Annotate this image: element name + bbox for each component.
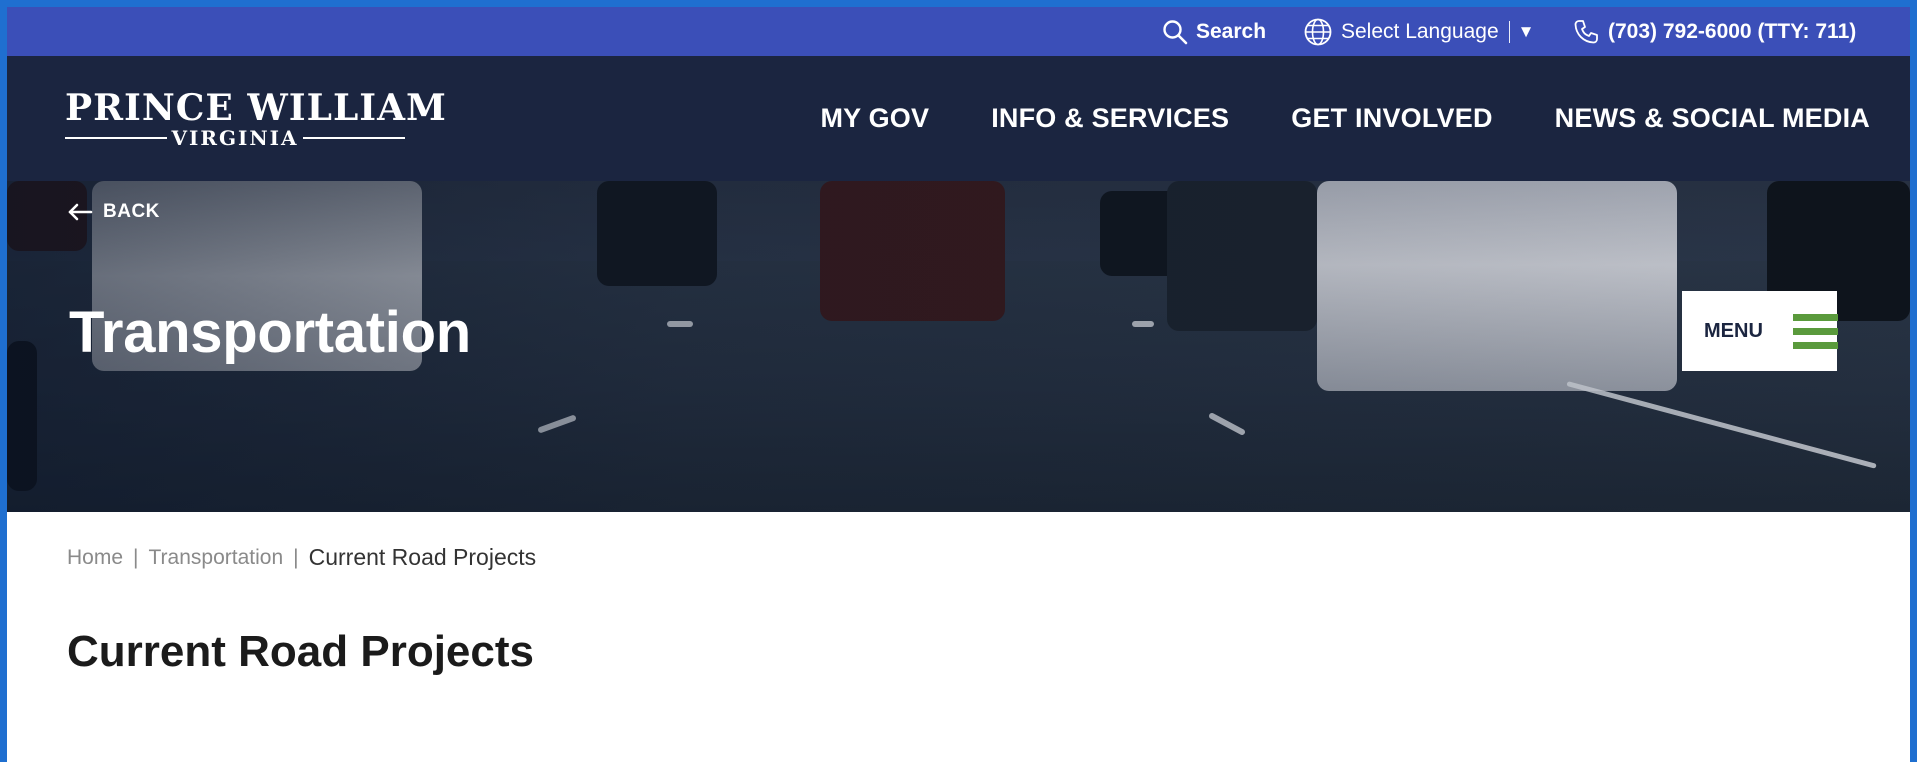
breadcrumb-transportation[interactable]: Transportation <box>149 546 284 570</box>
back-link[interactable]: BACK <box>67 201 160 223</box>
breadcrumb-current: Current Road Projects <box>308 544 537 570</box>
language-selector[interactable]: Select Language ▼ <box>1303 7 1534 56</box>
nav-item-news-social[interactable]: NEWS & SOCIAL MEDIA <box>1555 103 1870 134</box>
menu-label: MENU <box>1704 319 1763 342</box>
nav-item-info-services[interactable]: INFO & SERVICES <box>991 103 1229 134</box>
search-icon <box>1163 19 1188 44</box>
main-header: PRINCE WILLIAM VIRGINIA MY GOV INFO & SE… <box>7 56 1910 181</box>
logo-bottom-text: VIRGINIA <box>171 126 299 150</box>
language-label: Select Language <box>1341 19 1499 43</box>
hamburger-icon <box>1792 313 1838 349</box>
main-nav: MY GOV INFO & SERVICES GET INVOLVED NEWS… <box>758 56 1870 181</box>
hero-banner: BACK Transportation MENU <box>7 181 1910 512</box>
utility-bar: Search Select Language ▼ (703) 792-6000 … <box>7 7 1910 56</box>
breadcrumb-home[interactable]: Home <box>67 546 123 570</box>
phone-number: (703) 792-6000 (TTY: 711) <box>1608 19 1857 43</box>
site-logo[interactable]: PRINCE WILLIAM VIRGINIA <box>65 87 447 150</box>
phone-icon <box>1574 19 1598 43</box>
logo-top-text: PRINCE WILLIAM <box>65 87 447 129</box>
phone-link[interactable]: (703) 792-6000 (TTY: 711) <box>1572 7 1856 56</box>
back-label: BACK <box>103 201 160 222</box>
logo-bottom-row: VIRGINIA <box>65 128 405 148</box>
nav-item-get-involved[interactable]: GET INVOLVED <box>1291 103 1492 134</box>
chevron-down-icon[interactable]: ▼ <box>1518 22 1535 42</box>
arrow-left-icon <box>68 203 93 221</box>
menu-button[interactable]: MENU <box>1682 291 1838 371</box>
page-frame: Search Select Language ▼ (703) 792-6000 … <box>7 7 1910 762</box>
search-link[interactable]: Search <box>1162 7 1266 56</box>
breadcrumb-separator: | <box>133 545 139 569</box>
logo-rule-right <box>302 137 405 139</box>
breadcrumb: Home | Transportation | Current Road Pro… <box>67 544 536 571</box>
page-title: Current Road Projects <box>67 627 534 676</box>
nav-item-my-gov[interactable]: MY GOV <box>820 103 929 134</box>
logo-rule-left <box>65 137 168 139</box>
language-divider <box>1508 20 1510 43</box>
breadcrumb-separator: | <box>293 545 299 569</box>
search-label: Search <box>1196 19 1267 43</box>
hero-title: Transportation <box>69 300 471 365</box>
globe-icon <box>1304 18 1332 45</box>
